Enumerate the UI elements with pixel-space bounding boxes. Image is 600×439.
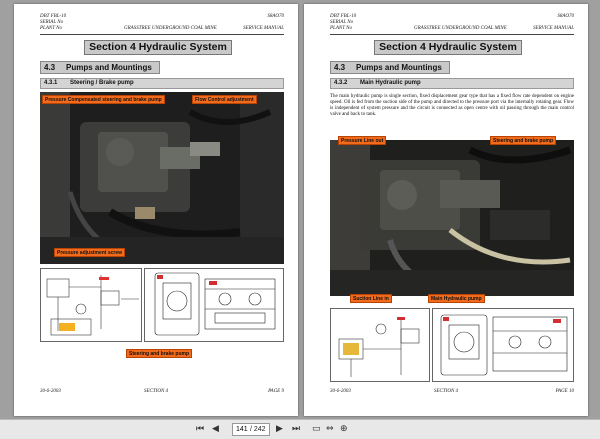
header-manual: SERVICE MANUAL bbox=[533, 26, 574, 31]
header-mine: GRASSTREE UNDERGROUND COAL MINE bbox=[124, 26, 217, 31]
label-pressure-adjustment: Pressure adjustment screw bbox=[54, 248, 126, 257]
footer-section: SECTION 4 bbox=[434, 389, 459, 394]
hydraulic-schematic bbox=[40, 268, 142, 342]
footer-date: 30-6-2003 bbox=[330, 389, 351, 394]
subsection-number: 4.3 bbox=[334, 63, 346, 72]
header-model: DBT FBL-10 bbox=[40, 14, 67, 19]
last-page-icon[interactable]: ⏭ bbox=[292, 424, 300, 434]
prev-page-icon[interactable]: ◀ bbox=[212, 424, 219, 434]
label-suction-line-in: Suction Line in bbox=[350, 294, 392, 303]
description-paragraph: The main hydraulic pump is single sectio… bbox=[330, 94, 574, 117]
subsubsection-heading: 4.3.2 Main Hydraulic pump bbox=[330, 78, 574, 89]
current-page-value: 141 bbox=[236, 426, 248, 433]
pump-drawing bbox=[144, 268, 284, 342]
main-pump-photo bbox=[330, 140, 574, 296]
pump-photo bbox=[40, 92, 284, 264]
footer-page: PAGE 9 bbox=[268, 389, 284, 394]
subsubsection-title: Main Hydraulic pump bbox=[360, 80, 421, 86]
header-serial: SERIAL No bbox=[330, 20, 354, 25]
footer-date: 30-6-2003 bbox=[40, 389, 61, 394]
footer-page: PAGE 10 bbox=[555, 389, 574, 394]
label-pressure-compensated-pump: Pressure Compensated steering and brake … bbox=[42, 95, 165, 104]
page-10: DBT FBL-10 S8AO70 SERIAL No PLANT No GRASS… bbox=[304, 4, 588, 416]
section-title: Section 4 Hydraulic System bbox=[374, 40, 522, 55]
subsection-heading: 4.3 Pumps and Mountings bbox=[330, 61, 450, 74]
label-steering-brake-pump: Steering and brake pump bbox=[126, 349, 193, 358]
subsection-heading: 4.3 Pumps and Mountings bbox=[40, 61, 160, 74]
page-header: DBT FBL-10 S8AO70 SERIAL No PLANT No GRASS… bbox=[330, 14, 574, 32]
subsubsection-heading: 4.3.1 Steering / Brake pump bbox=[40, 78, 284, 89]
hydraulic-schematic bbox=[330, 308, 430, 382]
navigation-toolbar: ⏮ ◀ 141 / 242 ▶ ⏭ ▭ ⇔ ⊕ bbox=[0, 419, 600, 439]
header-plant: PLANT No bbox=[40, 26, 62, 31]
label-pressure-line-out: Pressure Line out bbox=[338, 136, 387, 145]
zoom-icon[interactable]: ⊕ bbox=[340, 424, 348, 434]
page-header: DBT FBL-10 S8AO70 SERIAL No PLANT No GRASS… bbox=[40, 14, 284, 32]
subsection-number: 4.3 bbox=[44, 63, 56, 72]
header-divider bbox=[330, 34, 574, 35]
first-page-icon[interactable]: ⏮ bbox=[196, 424, 204, 434]
subsection-title: Pumps and Mountings bbox=[66, 63, 152, 72]
label-steering-brake-pump: Steering and brake pump bbox=[490, 136, 557, 145]
header-plant: PLANT No bbox=[330, 26, 352, 31]
header-divider bbox=[40, 34, 284, 35]
fit-page-icon[interactable]: ▭ bbox=[312, 424, 321, 434]
section-title: Section 4 Hydraulic System bbox=[84, 40, 232, 55]
header-manual: SERVICE MANUAL bbox=[243, 26, 284, 31]
next-page-icon[interactable]: ▶ bbox=[276, 424, 283, 434]
label-flow-control: Flow Control adjustment bbox=[192, 95, 257, 104]
subsubsection-number: 4.3.1 bbox=[44, 80, 58, 86]
header-serial: SERIAL No bbox=[40, 20, 64, 25]
subsection-title: Pumps and Mountings bbox=[356, 63, 442, 72]
document-viewer: DBT FBL-10 S8AO70 SERIAL No PLANT No GRASS… bbox=[0, 0, 600, 439]
page-total: / 242 bbox=[250, 426, 266, 433]
page-9: DBT FBL-10 S8AO70 SERIAL No PLANT No GRASS… bbox=[14, 4, 298, 416]
footer-section: SECTION 4 bbox=[144, 389, 169, 394]
label-main-hydraulic-pump: Main Hydraulic pump bbox=[428, 294, 485, 303]
pump-drawing bbox=[432, 308, 574, 382]
fit-width-icon[interactable]: ⇔ bbox=[326, 424, 334, 434]
subsubsection-number: 4.3.2 bbox=[334, 80, 348, 86]
header-model: DBT FBL-10 bbox=[330, 14, 357, 19]
subsubsection-title: Steering / Brake pump bbox=[70, 80, 134, 86]
header-mine: GRASSTREE UNDERGROUND COAL MINE bbox=[414, 26, 507, 31]
